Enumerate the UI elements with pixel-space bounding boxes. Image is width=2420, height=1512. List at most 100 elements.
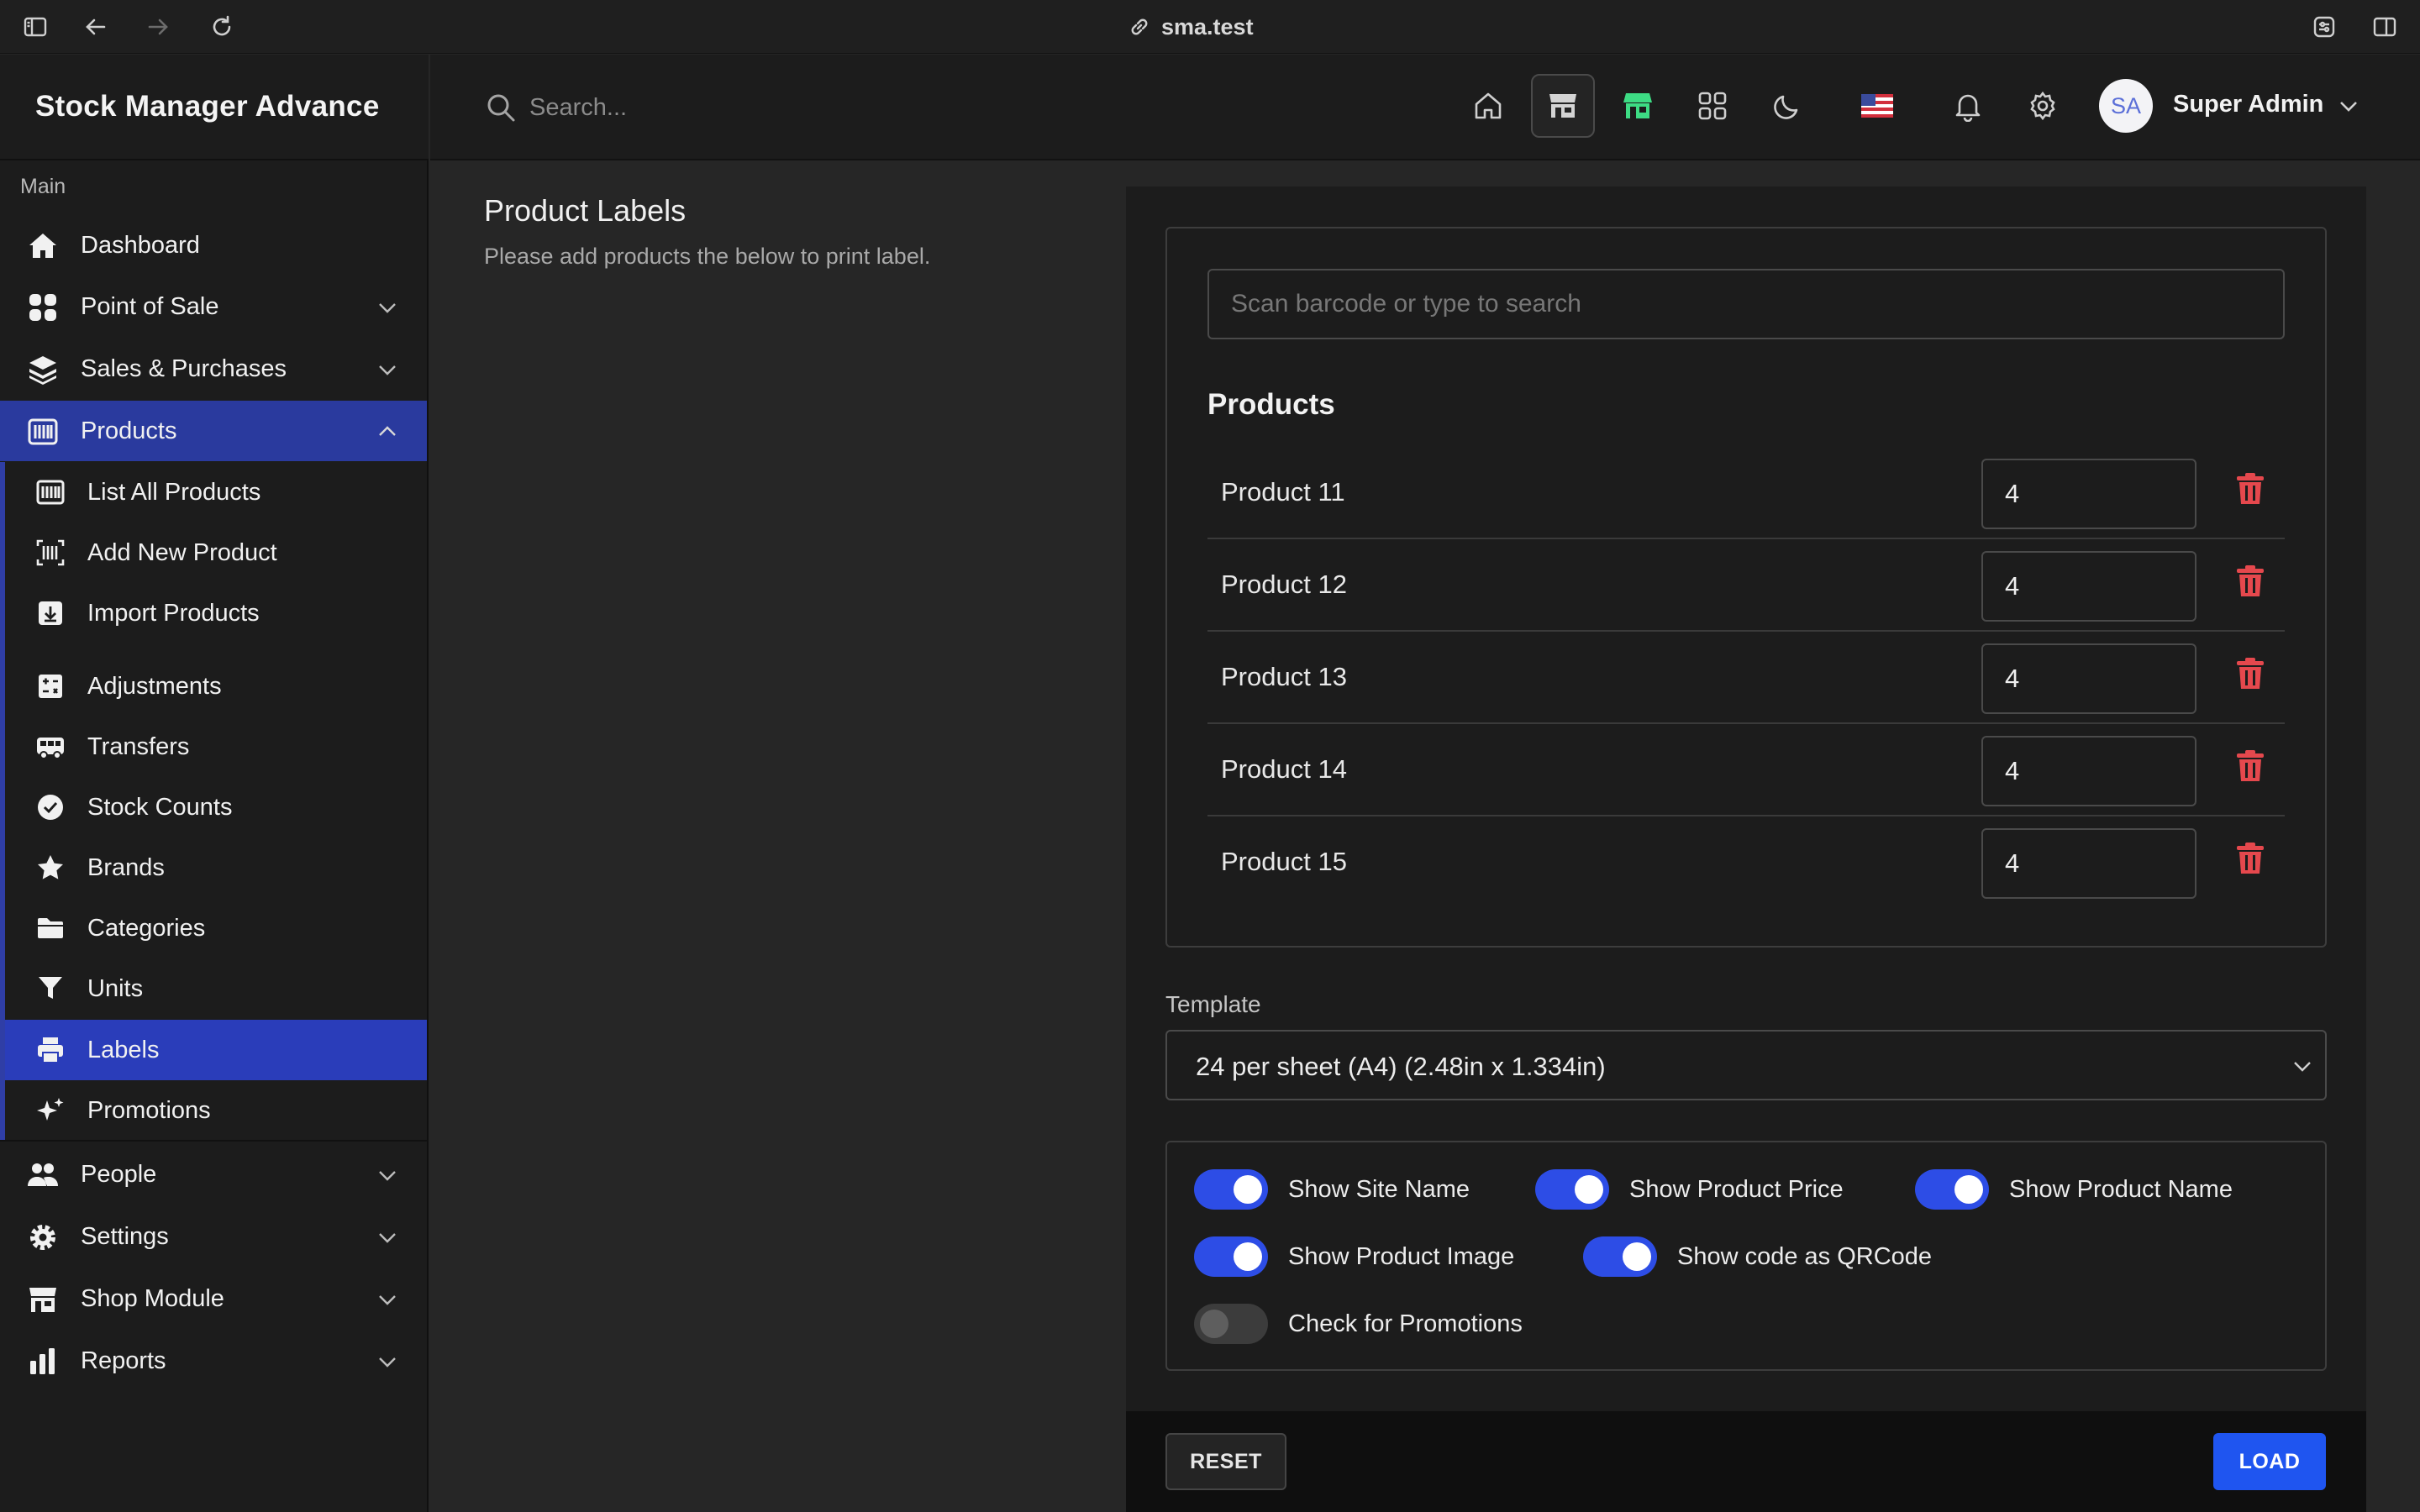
toggle-switch[interactable] [1583,1236,1657,1277]
submenu-units[interactable]: Units [5,958,427,1019]
trash-icon[interactable] [2236,749,2265,783]
submenu-label: Labels [87,1036,160,1063]
submenu-stock-counts[interactable]: Stock Counts [5,777,427,837]
sidebar-item-settings[interactable]: Settings [0,1206,427,1267]
toggle-switch[interactable] [1915,1169,1989,1210]
trash-icon[interactable] [2236,472,2265,506]
toggle-show-product-image[interactable]: Show Product Image [1194,1236,1514,1277]
theme-toggle-button[interactable] [1755,74,1819,138]
reset-button[interactable]: RESET [1165,1433,1286,1490]
toggle-show-product-price[interactable]: Show Product Price [1535,1169,1844,1210]
forward-icon[interactable] [145,13,171,40]
submenu-label: Promotions [87,1096,211,1124]
submenu-list-all-products[interactable]: List All Products [5,462,427,522]
extension-icon[interactable] [2311,13,2338,40]
submenu-categories[interactable]: Categories [5,898,427,958]
page-title: Product Labels [484,193,687,228]
grid-icon [27,291,59,323]
template-label: Template [1165,991,1261,1017]
search-icon [484,91,518,124]
chevron-down-icon [375,1349,400,1374]
load-button[interactable]: LOAD [2213,1433,2326,1490]
app-title[interactable]: Stock Manager Advance [0,55,429,160]
trash-icon[interactable] [2236,564,2265,598]
funnel-icon [35,974,66,1004]
check-badge-icon [35,792,66,822]
toggle-show-site-name[interactable]: Show Site Name [1194,1169,1470,1210]
trash-icon[interactable] [2236,657,2265,690]
sidebar-item-point-of-sale[interactable]: Point of Sale [0,276,427,337]
users-icon [27,1159,59,1191]
apps-grid-icon [1698,92,1727,120]
barcode-scan-icon [35,538,66,568]
submenu-adjustments[interactable]: Adjustments [5,656,427,717]
back-icon[interactable] [82,13,109,40]
form-footer [1126,1411,2366,1512]
avatar[interactable]: SA [2099,79,2153,133]
quantity-input[interactable] [1981,643,2196,714]
gear-icon [27,1221,59,1253]
template-select[interactable]: 24 per sheet (A4) (2.48in x 1.334in) [1165,1030,2327,1100]
sidebar-toggle-icon[interactable] [22,13,49,40]
sidebar-item-shop-module[interactable]: Shop Module [0,1268,427,1329]
language-button[interactable] [1845,74,1909,138]
sidebar-item-sales-purchases[interactable]: Sales & Purchases [0,339,427,399]
folder-icon [35,913,66,943]
store-icon [1549,94,1576,118]
bar-chart-icon [27,1346,59,1378]
submenu-labels[interactable]: Labels [5,1020,427,1080]
toggle-switch[interactable] [1194,1169,1268,1210]
toggle-show-product-name[interactable]: Show Product Name [1915,1169,2233,1210]
barcode-search-input[interactable] [1207,269,2285,339]
user-name[interactable]: Super Admin [2173,91,2323,118]
quantity-input[interactable] [1981,459,2196,529]
sidebar-item-dashboard[interactable]: Dashboard [0,215,427,276]
submenu-import-products[interactable]: Import Products [5,583,427,643]
product-name: Product 14 [1221,754,1347,784]
sidebar-item-reports[interactable]: Reports [0,1331,427,1391]
quantity-input[interactable] [1981,736,2196,806]
home-button[interactable] [1456,74,1520,138]
layers-icon [27,354,59,386]
toggle-check-for-promotions[interactable]: Check for Promotions [1194,1304,1523,1344]
quantity-input[interactable] [1981,828,2196,899]
reload-icon[interactable] [208,13,235,40]
trash-icon[interactable] [2236,842,2265,875]
calculator-icon [35,671,66,701]
printer-icon [35,1035,66,1065]
product-row: Product 15 [1207,816,2285,909]
sidebar-item-products[interactable]: Products [0,401,427,461]
submenu-label: Import Products [87,599,260,627]
us-flag-icon [1861,94,1893,118]
search-input[interactable] [529,87,950,128]
chevron-down-icon[interactable] [2336,93,2361,118]
split-view-icon[interactable] [2371,13,2398,40]
sidebar-item-label: Settings [81,1222,169,1250]
submenu-transfers[interactable]: Transfers [5,717,427,777]
link-icon [1131,18,1148,35]
shop-button[interactable] [1606,74,1670,138]
sidebar-item-label: Reports [81,1347,166,1374]
submenu-brands[interactable]: Brands [5,837,427,898]
sidebar-item-people[interactable]: People [0,1144,427,1205]
submenu-promotions[interactable]: Promotions [5,1080,427,1141]
chevron-down-icon [375,1287,400,1312]
settings-button[interactable] [2011,74,2075,138]
sidebar-item-label: Products [81,417,177,444]
quantity-input[interactable] [1981,551,2196,622]
toggle-switch[interactable] [1535,1169,1609,1210]
notifications-button[interactable] [1936,74,2000,138]
submenu-label: Brands [87,853,165,881]
pos-store-button[interactable] [1531,74,1595,138]
chevron-down-icon [375,295,400,320]
toggle-label: Show Product Name [2009,1175,2233,1203]
address-bar[interactable]: sma.test [1128,12,1254,42]
products-heading: Products [1207,388,1335,421]
apps-button[interactable] [1681,74,1744,138]
toggle-label: Show Product Price [1629,1175,1844,1203]
toggle-switch[interactable] [1194,1304,1268,1344]
product-name: Product 15 [1221,847,1347,876]
toggle-switch[interactable] [1194,1236,1268,1277]
toggle-show-code-as-qrcode[interactable]: Show code as QRCode [1583,1236,1932,1277]
submenu-add-new-product[interactable]: Add New Product [5,522,427,583]
